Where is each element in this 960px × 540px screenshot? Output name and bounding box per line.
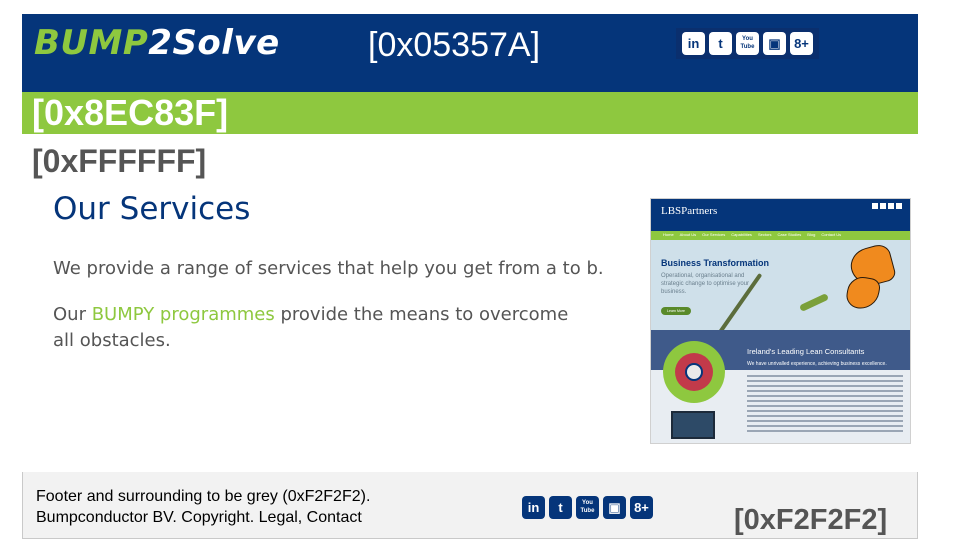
twitter-icon[interactable]: t [549, 496, 572, 519]
slideshare-icon[interactable]: ▣ [763, 32, 786, 55]
header-social-icons: in t You Tube ▣ 8+ [676, 28, 819, 59]
lean-wheel-core [685, 363, 703, 381]
googleplus-icon[interactable]: 8+ [630, 496, 653, 519]
youtube-icon[interactable]: You Tube [736, 32, 759, 55]
thumbnail-text-lines [747, 375, 903, 435]
thumbnail-nav-item: About Us [679, 232, 697, 237]
thumbnail-hero-title: Business Transformation [661, 258, 770, 268]
footer-color-code: [0xF2F2F2] [734, 504, 888, 536]
thumbnail-lower-title: Ireland's Leading Lean Consultants [747, 347, 865, 356]
brand-part-bump: BUMP [34, 23, 149, 63]
thumbnail-nav-item: Our Services [702, 232, 726, 237]
slideshare-icon[interactable]: ▣ [603, 496, 626, 519]
reference-site-thumbnail: LBSPartners Home About Us Our Services C… [650, 198, 911, 444]
brand-logo[interactable]: BUMP2Solve [34, 26, 280, 60]
footer-text: Footer and surrounding to be grey (0xF2F… [36, 486, 370, 528]
green-band-color-code: [0x8EC83F] [32, 92, 229, 133]
twitter-icon[interactable]: t [709, 32, 732, 55]
bumpy-programmes-link[interactable]: BUMPY programmes [92, 304, 275, 325]
linkedin-icon[interactable]: in [682, 32, 705, 55]
services-paragraph-1: We provide a range of services that help… [53, 258, 604, 279]
thumbnail-nav-item: Contact Us [821, 232, 842, 237]
thumbnail-nav-items: Home About Us Our Services Capabilities … [663, 232, 841, 237]
video-thumbnail-icon [671, 411, 715, 439]
paragraph-text: Our [53, 304, 92, 325]
googleplus-icon[interactable]: 8+ [790, 32, 813, 55]
youtube-icon[interactable]: You Tube [576, 496, 599, 519]
page-title: Our Services [53, 191, 251, 227]
services-paragraph-2: Our BUMPY programmes provide the means t… [53, 302, 573, 354]
thumbnail-logo: LBSPartners [661, 205, 718, 217]
thumbnail-lower-subtitle: We have unrivalled experience, achieving… [747, 361, 887, 367]
content-color-code: [0xFFFFFF] [32, 143, 207, 179]
thumbnail-nav-item: Home [663, 232, 674, 237]
footer-line-1: Footer and surrounding to be grey (0xF2F… [36, 488, 371, 505]
thumbnail-learn-more: Learn More [661, 307, 691, 315]
thumbnail-social-icons [872, 203, 902, 209]
thumbnail-nav-item: Blog [807, 232, 816, 237]
thumbnail-nav-item: Case Studies [777, 232, 802, 237]
linkedin-icon[interactable]: in [522, 496, 545, 519]
footer-social-icons: in t You Tube ▣ 8+ [516, 492, 659, 523]
footer-line-2[interactable]: Bumpconductor BV. Copyright. Legal, Cont… [36, 507, 370, 528]
header-color-code: [0x05357A] [368, 26, 541, 64]
brand-part-solve: 2Solve [148, 23, 280, 63]
thumbnail-nav-item: Capabilities [731, 232, 752, 237]
thumbnail-hero-subtitle: Operational, organisational and strategi… [661, 273, 750, 295]
thumbnail-nav-item: Sectors [757, 232, 772, 237]
